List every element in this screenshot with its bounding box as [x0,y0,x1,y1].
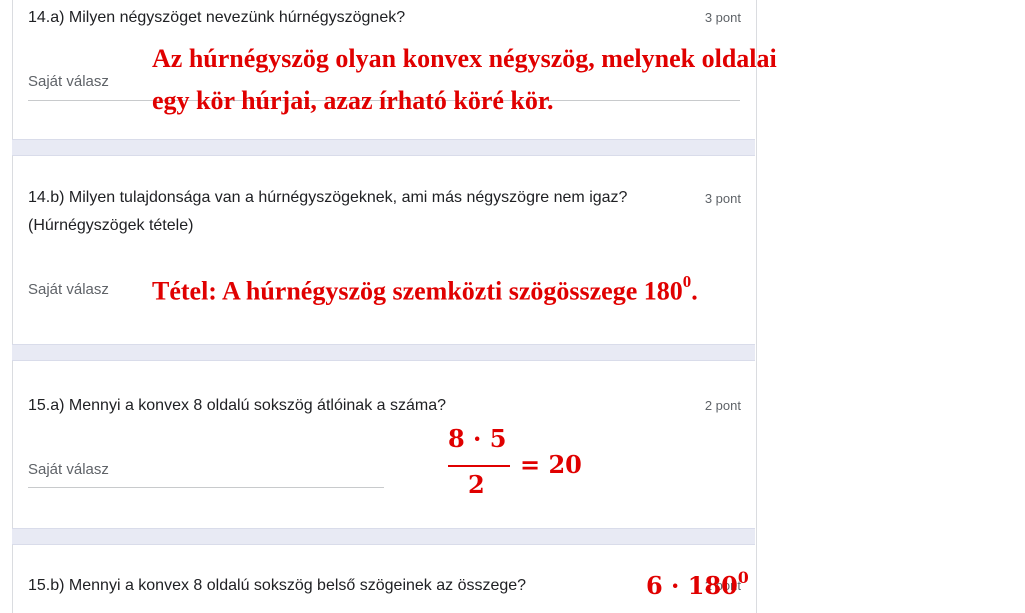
section-separator [12,344,755,361]
annotation-14b-degree: 0 [682,272,692,292]
annotation-15a-formula: 8 · 5 2 = 20 [448,424,598,504]
question-14b-points: 3 pont [704,191,741,206]
annotation-14b-period: . [691,276,698,306]
section-separator [12,139,755,156]
question-14b-title: 14.b) Milyen tulajdonsága van a húrnégys… [28,189,628,234]
annotation-15a-denominator: 2 [468,470,485,499]
annotation-15b-degree: 0 [737,567,749,587]
question-15a-answer-underline [28,487,384,488]
annotation-15a-result: = 20 [520,450,582,479]
annotation-14a-line1: Az húrnégyszög olyan konvex négyszög, me… [152,44,777,73]
annotation-14b-text: Tétel: A húrnégyszög szemközti szögössze… [152,276,683,306]
question-15a-title: 15.a) Mennyi a konvex 8 oldalú sokszög á… [28,397,447,414]
question-14a-answer-input[interactable]: Saját válasz [28,73,109,90]
annotation-14a-line2: egy kör húrjai, azaz írható köré kör. [152,86,554,115]
annotation-15a-fraction-bar [448,465,510,467]
question-15a-answer-input[interactable]: Saját válasz [28,461,109,478]
question-14a-points: 3 pont [704,10,741,25]
annotation-15b-text: 6 · 180 [646,571,738,600]
section-separator [12,528,755,545]
question-14b-answer-input[interactable]: Saját válasz [28,281,109,298]
question-14a-title: 14.a) Milyen négyszöget nevezünk húrnégy… [28,9,406,26]
question-15a-points: 2 pont [704,398,741,413]
annotation-15a-numerator: 8 · 5 [448,424,507,453]
question-15b-title: 15.b) Mennyi a konvex 8 oldalú sokszög b… [28,577,527,594]
annotation-14b-theorem: Tétel: A húrnégyszög szemközti szögössze… [152,268,698,309]
annotation-15b-formula: 6 · 1800 [646,564,749,602]
